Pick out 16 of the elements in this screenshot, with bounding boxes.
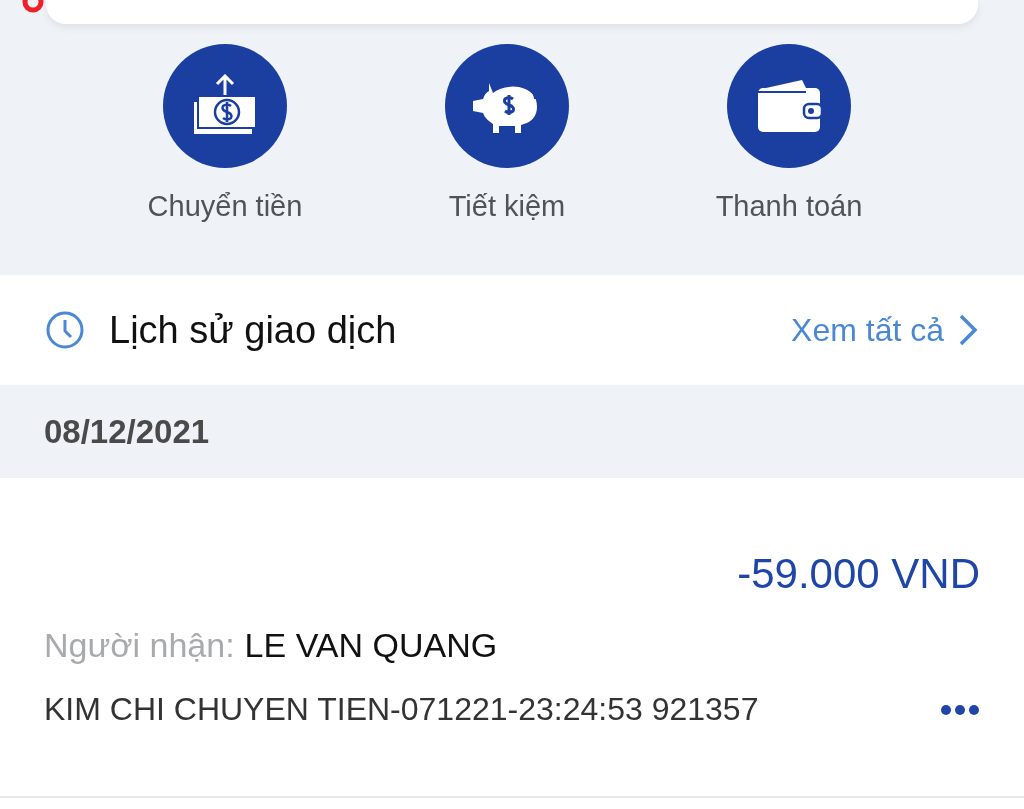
date-heading: 08/12/2021 [44,412,210,451]
shortcut-button[interactable]: Thanh toán [697,44,881,223]
transaction-amount: -59.000 VND [737,550,980,598]
shortcut-button[interactable]: Tiết kiệm [415,44,599,223]
chevron-right-icon[interactable] [958,313,978,347]
shortcut-button[interactable]: Chuyển tiền [133,44,317,223]
transaction-memo: KIM CHI CHUYEN TIEN-071221-23:24:53 921357 [44,691,759,728]
recipient-label: Người nhận: [44,626,235,665]
transaction-item[interactable]: -59.000 VND Người nhận: LE VAN QUANG KIM CHI CHUYEN TIEN-071221-23:24:53 921357 [0,478,1024,798]
section-title: Lịch sử giao dịch [109,308,398,352]
wallet-icon [756,78,822,134]
recipient-name: LE VAN QUANG [244,626,498,665]
view-all-link[interactable]: Xem tất cả [791,311,944,349]
clock-icon [45,310,85,350]
more-icon[interactable] [940,703,980,716]
ring-icon [22,0,44,14]
